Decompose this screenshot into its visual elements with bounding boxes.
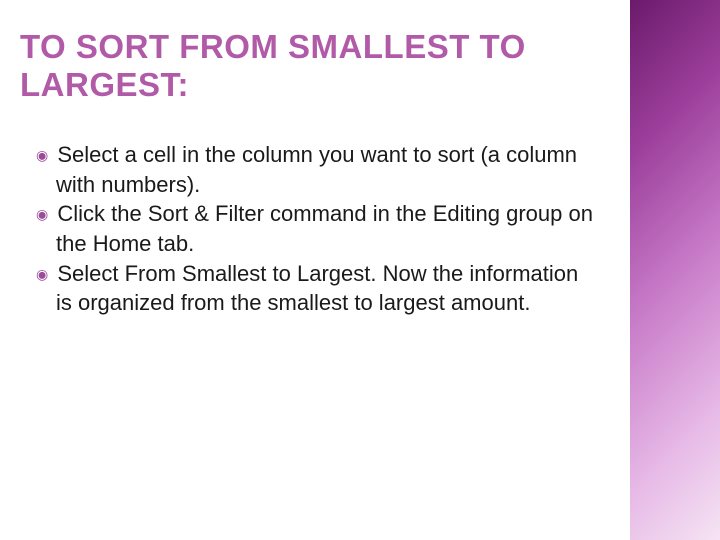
list-item-text: Select a cell in the column you want to … — [56, 142, 577, 197]
accent-strip — [630, 0, 720, 540]
bullet-icon: ◉ — [36, 206, 51, 222]
slide-title: TO SORT FROM SMALLEST TO LARGEST: — [20, 28, 620, 104]
bullet-icon: ◉ — [36, 147, 51, 163]
list-item-text: Click the Sort & Filter command in the E… — [56, 201, 593, 256]
list-item: ◉ Click the Sort & Filter command in the… — [36, 199, 596, 258]
list-item: ◉ Select From Smallest to Largest. Now t… — [36, 259, 596, 318]
slide: TO SORT FROM SMALLEST TO LARGEST: ◉ Sele… — [0, 0, 720, 540]
bullet-icon: ◉ — [36, 266, 51, 282]
list-item-text: Select From Smallest to Largest. Now the… — [56, 261, 578, 316]
list-item: ◉ Select a cell in the column you want t… — [36, 140, 596, 199]
slide-body: ◉ Select a cell in the column you want t… — [36, 140, 596, 318]
